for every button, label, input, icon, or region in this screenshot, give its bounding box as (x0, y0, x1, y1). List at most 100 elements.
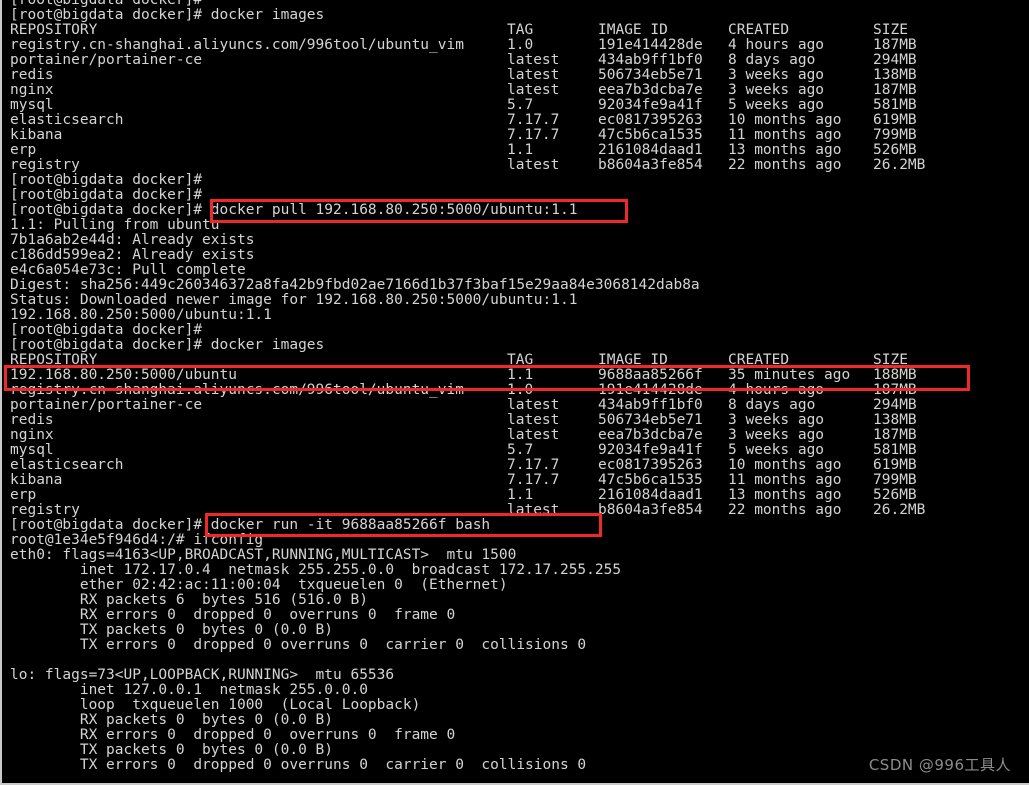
cell-created: 11 months ago (728, 127, 842, 143)
cell-size: 581MB (873, 97, 917, 113)
cell-size: 294MB (873, 397, 917, 413)
cell-repository: kibana (10, 472, 63, 488)
terminal-line-prompt: [root@bigdata docker]# (10, 322, 203, 338)
cell-repository: kibana (10, 127, 63, 143)
terminal-line-image-ref: 192.168.80.250:5000/ubuntu:1.1 (10, 307, 272, 323)
header-created: CREATED (728, 352, 790, 368)
table-row: portainer/portainer-ce latest 434ab9ff1bf0… (10, 398, 1029, 413)
terminal-line-status: Status: Downloaded newer image for 192.1… (10, 292, 578, 308)
cell-size: 619MB (873, 112, 917, 128)
docker-run-command: docker run -it 9688aa85266f bash (210, 517, 491, 533)
cell-tag: 7.17.7 (507, 457, 560, 473)
cell-size: 187MB (873, 382, 917, 398)
cell-image-id: 92034fe9a41f (598, 442, 703, 458)
table-row: mysql 5.7 92034fe9a41f 5 weeks ago 581MB (10, 98, 1029, 113)
cell-tag: latest (507, 67, 560, 83)
terminal-window[interactable]: [root@bigdata docker]# [root@bigdata doc… (0, 0, 1029, 785)
cell-image-id: 2161084daad1 (598, 487, 703, 503)
cell-tag: 7.17.7 (507, 472, 560, 488)
cell-repository: registry.cn-shanghai.aliyuncs.com/996too… (10, 382, 464, 398)
cell-image-id: ec0817395263 (598, 112, 703, 128)
table-row: erp 1.1 2161084daad1 13 months ago 526MB (10, 488, 1029, 503)
cell-created: 5 weeks ago (728, 442, 825, 458)
cell-repository: mysql (10, 97, 54, 113)
docker-pull-command: docker pull 192.168.80.250:5000/ubuntu:1… (210, 202, 578, 218)
container-prompt-text: root@1e34e5f946d4:/# (10, 532, 194, 548)
cell-created: 10 months ago (728, 457, 842, 473)
terminal-line-digest: Digest: sha256:449c260346372a8fa42b9fbd0… (10, 277, 700, 293)
cell-created: 8 days ago (728, 397, 816, 413)
cell-image-id: 2161084daad1 (598, 142, 703, 158)
cell-created: 4 hours ago (728, 382, 825, 398)
cell-tag: 5.7 (507, 442, 534, 458)
cell-created: 3 weeks ago (728, 67, 825, 83)
cell-size: 526MB (873, 142, 917, 158)
cell-tag: 1.1 (507, 367, 534, 383)
cell-created: 35 minutes ago (728, 367, 851, 383)
cell-image-id: 191e414428de (598, 37, 703, 53)
table-row: 192.168.80.250:5000/ubuntu 1.1 9688aa85266… (10, 368, 1029, 383)
header-image-id: IMAGE ID (598, 352, 668, 368)
cell-created: 22 months ago (728, 157, 842, 173)
header-tag: TAG (507, 352, 534, 368)
table-row: redis latest 506734eb5e71 3 weeks ago 138MB (10, 68, 1029, 83)
cell-tag: 5.7 (507, 97, 534, 113)
ifconfig-lo-inet: inet 127.0.0.1 netmask 255.0.0.0 (10, 682, 368, 698)
table-row: registry.cn-shanghai.aliyuncs.com/996too… (10, 38, 1029, 53)
cell-image-id: b8604a3fe854 (598, 502, 703, 518)
cell-created: 22 months ago (728, 502, 842, 518)
ifconfig-lo-rx-errors: RX errors 0 dropped 0 overruns 0 frame 0 (10, 727, 456, 743)
cell-tag: latest (507, 412, 560, 428)
cell-tag: latest (507, 397, 560, 413)
header-repository: REPOSITORY (10, 22, 98, 38)
cell-image-id: ec0817395263 (598, 457, 703, 473)
ifconfig-lo-loop: loop txqueuelen 1000 (Local Loopback) (10, 697, 421, 713)
cell-image-id: 506734eb5e71 (598, 412, 703, 428)
terminal-line-command-ifconfig: root@1e34e5f946d4:/# ifconfig (10, 533, 1029, 548)
table-row: elasticsearch 7.17.7 ec0817395263 10 months… (10, 458, 1029, 473)
terminal-line-layer: e4c6a054e73c: Pull complete (10, 262, 246, 278)
cell-tag: latest (507, 502, 560, 518)
cell-repository: registry (10, 502, 80, 518)
terminal-line-command-docker-run: [root@bigdata docker]# docker run -it 96… (10, 518, 1029, 533)
cell-created: 3 weeks ago (728, 412, 825, 428)
cell-size: 138MB (873, 67, 917, 83)
images-table-second-listing: 192.168.80.250:5000/ubuntu 1.1 9688aa85266… (10, 368, 1029, 518)
ifconfig-eth0-tx-errors: TX errors 0 dropped 0 overruns 0 carrier… (10, 637, 587, 653)
ifconfig-eth0-rx-errors: RX errors 0 dropped 0 overruns 0 frame 0 (10, 607, 456, 623)
terminal-line-command-docker-images: [root@bigdata docker]# docker images (10, 337, 325, 353)
cell-tag: latest (507, 157, 560, 173)
ifconfig-lo-header: lo: flags=73<UP,LOOPBACK,RUNNING> mtu 65… (10, 667, 395, 683)
cell-image-id: eea7b3dcba7e (598, 82, 703, 98)
cell-repository: redis (10, 67, 54, 83)
cell-repository: elasticsearch (10, 457, 124, 473)
ifconfig-lo-rx-packets: RX packets 0 bytes 0 (0.0 B) (10, 712, 334, 728)
cell-image-id: 434ab9ff1bf0 (598, 397, 703, 413)
table-row: kibana 7.17.7 47c5b6ca1535 11 months ago 799… (10, 128, 1029, 143)
cell-repository: 192.168.80.250:5000/ubuntu (10, 367, 237, 383)
cell-size: 799MB (873, 127, 917, 143)
images-table-first-listing: registry.cn-shanghai.aliyuncs.com/996too… (10, 38, 1029, 173)
ifconfig-command: ifconfig (193, 532, 264, 548)
cell-size: 799MB (873, 472, 917, 488)
cell-repository: nginx (10, 82, 54, 98)
table-row: erp 1.1 2161084daad1 13 months ago 526MB (10, 143, 1029, 158)
cell-size: 188MB (873, 367, 917, 383)
cell-size: 187MB (873, 37, 917, 53)
cell-size: 187MB (873, 82, 917, 98)
header-tag: TAG (507, 22, 534, 38)
cell-created: 10 months ago (728, 112, 842, 128)
terminal-line-prompt: [root@bigdata docker]# (10, 172, 203, 188)
ifconfig-eth0-rx-packets: RX packets 6 bytes 516 (516.0 B) (10, 592, 368, 608)
cell-created: 3 weeks ago (728, 427, 825, 443)
cell-tag: latest (507, 82, 560, 98)
terminal-line-command-docker-images: [root@bigdata docker]# docker images (10, 7, 325, 23)
cell-image-id: 92034fe9a41f (598, 97, 703, 113)
cell-tag: 7.17.7 (507, 127, 560, 143)
cell-repository: portainer/portainer-ce (10, 52, 203, 68)
cell-size: 619MB (873, 457, 917, 473)
table-row: registry latest b8604a3fe854 22 months ago 2… (10, 158, 1029, 173)
cell-image-id: 47c5b6ca1535 (598, 472, 703, 488)
table-row: elasticsearch 7.17.7 ec0817395263 10 months… (10, 113, 1029, 128)
header-repository: REPOSITORY (10, 352, 98, 368)
